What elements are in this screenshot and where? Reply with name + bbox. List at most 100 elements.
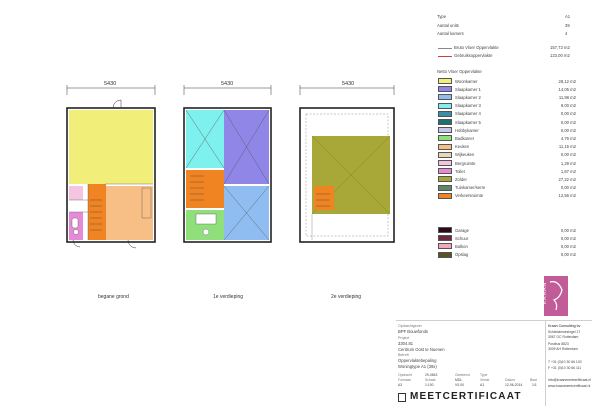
company-web[interactable]: www.kraanmeetcertificaat.nl [548, 384, 590, 389]
legend-item-value: 0,00 m2 [560, 111, 576, 117]
legend2-item-swatch [438, 251, 452, 258]
type-value: A1 [565, 14, 571, 19]
titleblock-top-border [396, 320, 592, 321]
legend-item-value: 9,00 m2 [560, 103, 576, 109]
legend2-item-label: Garage [455, 227, 469, 233]
project-name: Centrum Oost te Nuenen [398, 347, 445, 352]
dimension-second: 5430 [342, 81, 354, 87]
certificate-title: MEETCERTIFICAAT [410, 391, 522, 402]
legend-item-swatch [438, 151, 452, 158]
legend-item-label: Zolder [455, 176, 467, 182]
legend-item-value: 27,22 m2 [558, 176, 576, 182]
legend2-item-swatch [438, 235, 452, 242]
meta-value-formaat: A3 [398, 383, 403, 387]
legend-item-value: 0,00 m2 [560, 185, 576, 191]
plan-label-second: 2e verdieping [331, 294, 361, 300]
go-line [438, 56, 452, 57]
titleblock-divider [545, 320, 546, 406]
plan-ground-floor [66, 99, 156, 249]
aantal-units-label: Aantal units [437, 23, 459, 28]
meta-value-blad: 1/1 [532, 383, 537, 387]
logo-text: KRAAN [542, 281, 549, 305]
certificate-icon [398, 393, 406, 402]
bvo-line [438, 48, 452, 49]
legend-item-swatch [438, 184, 452, 191]
legend-item-label: Slaapkamer 4 [455, 111, 481, 117]
woningtype: Woningtype A1 (39x) [398, 364, 437, 369]
room-verkeersruimte-1 [186, 170, 224, 208]
legend2-item-value: 0,00 m2 [560, 235, 576, 241]
legend2-item-swatch [438, 243, 452, 250]
legend-item-label: Wijkeuken [455, 152, 475, 158]
legend-item-swatch [438, 176, 452, 183]
plan-first-floor [183, 107, 272, 243]
legend2-item-value: 0,00 m2 [560, 227, 576, 233]
go-value: 123,00 m2 [550, 53, 570, 58]
aantal-units-value: 39 [565, 23, 570, 28]
company-name: Kraan Consulting bv [548, 324, 581, 328]
meta-value-schaal: 1:100 [425, 383, 434, 387]
company-address4: 3009 AH Rotterdam [548, 347, 578, 351]
aantal-kamers-value: 4 [565, 31, 568, 36]
room-keuken [105, 186, 153, 240]
legend2-item-value: 0,00 m2 [560, 243, 576, 249]
legend-item-value: 4,76 m2 [560, 135, 576, 141]
legend-item-swatch [438, 127, 452, 134]
bvo-value: 157,73 m2 [550, 45, 570, 50]
legend-item-label: Tuinkamer/serre [455, 185, 486, 191]
legend2-item-label: Schuur [455, 235, 469, 241]
nvo-heading: Netto Vloer Oppervlakte [437, 69, 482, 74]
legend-item-swatch [438, 160, 452, 166]
legend-item-label: Toilet [455, 168, 465, 174]
plan-second-floor [299, 107, 395, 243]
legend-item-label: Badkamer [455, 135, 475, 141]
legend-item-value: 0,00 m2 [560, 127, 576, 133]
legend-item-label: Slaapkamer 3 [455, 103, 481, 109]
plan-label-first: 1e verdieping [213, 294, 243, 300]
go-label: Gebruiksoppervlakte [454, 53, 493, 58]
company-email[interactable]: info@kraanmeetcertificaat.nl [548, 378, 591, 383]
legend-item-value: 11,15 m2 [558, 144, 576, 150]
legend-item-swatch [438, 135, 452, 142]
legend2-item-value: 0,00 m2 [560, 252, 576, 258]
legend-item-swatch [438, 192, 452, 199]
meta-value-versie: V0-00 [455, 383, 465, 387]
legend-item-value: 14,05 m2 [558, 86, 576, 92]
legend2-item-label: Opslag [455, 252, 469, 258]
legend-item-value: 28,12 m2 [558, 78, 576, 84]
betreft-value: Oppervlaktebepaling [398, 358, 437, 363]
legend-item-value: 0,00 m2 [560, 152, 576, 158]
company-fax: F +31 (0)10 30 66 111 [548, 366, 582, 370]
meta-value-type: A1 [480, 383, 485, 387]
legend2-item-label: Balkon [455, 243, 468, 249]
type-label: Type [437, 14, 447, 19]
legend-item-swatch [438, 110, 452, 117]
legend-item-swatch [438, 119, 452, 125]
legend-item-label: Verkeersruimte [455, 193, 484, 199]
legend-item-swatch [438, 86, 452, 93]
project-nr: 3304.81 [398, 341, 414, 346]
aantal-kamers-label: Aantal kamers [437, 31, 464, 36]
legend-item-value: 12,56 m2 [558, 193, 576, 199]
legend-item-value: 11,98 m2 [558, 94, 576, 100]
legend-item-value: 1,29 m2 [560, 160, 576, 166]
kraan-logo: KRAAN [542, 276, 568, 316]
legend-item-label: Woonkamer [455, 78, 478, 84]
legend-item-label: Slaapkamer 2 [455, 94, 481, 100]
legend-item-swatch [438, 78, 452, 84]
legend-item-swatch [438, 94, 452, 101]
company-address2: 3067 GC Rotterdam [548, 335, 579, 339]
room-bergruimte [69, 186, 83, 200]
legend-item-swatch [438, 143, 452, 150]
plan-label-ground: begane grond [98, 294, 129, 300]
meta-value-datum: 12-06-2014 [505, 383, 523, 387]
dimension-first: 5430 [221, 81, 233, 87]
bvo-label: Bruto Vloer Oppervlakte [454, 45, 499, 50]
floor-plans: 5430 5430 5430 begane grond 1e verdiepin… [66, 81, 395, 300]
legend-item-value: 1,67 m2 [560, 168, 576, 174]
legend-item-label: Hobbykamer [455, 127, 479, 133]
opdrachtgever-value: BPF Bouwfonds [398, 329, 429, 334]
legend2-item-swatch [438, 227, 452, 233]
legend-item-label: Keuken [455, 144, 470, 150]
legend-item-label: Slaapkamer 5 [455, 119, 481, 125]
